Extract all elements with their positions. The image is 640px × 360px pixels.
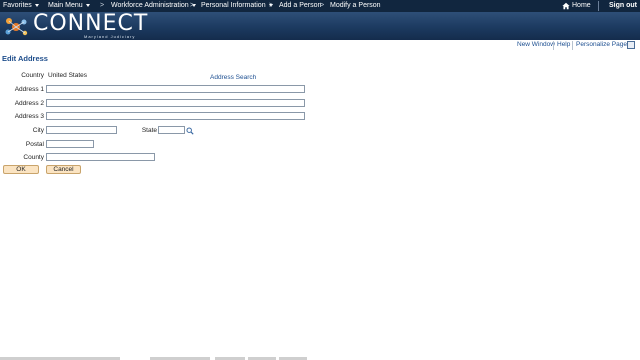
divider [598, 1, 599, 11]
ok-button[interactable]: OK [3, 165, 39, 174]
logo-text: CONNECT [33, 11, 149, 36]
logo-icon [5, 18, 28, 36]
personalize-grid-icon[interactable] [627, 41, 635, 49]
nav-add-a-person[interactable]: Add a Person [279, 2, 321, 9]
sign-out-link[interactable]: Sign out [609, 2, 637, 9]
state-label: State [141, 127, 157, 134]
breadcrumb-separator: > [269, 2, 274, 9]
breadcrumb-separator: > [100, 2, 105, 9]
search-icon[interactable] [186, 127, 194, 135]
address3-field[interactable] [46, 112, 305, 120]
address2-field[interactable] [46, 99, 305, 107]
nav-main-menu[interactable]: Main Menu [48, 2, 90, 9]
address3-label: Address 3 [14, 113, 44, 120]
county-field[interactable] [46, 153, 155, 161]
country-value: United States [48, 72, 88, 79]
breadcrumb-separator: > [190, 2, 195, 9]
cancel-button[interactable]: Cancel [46, 165, 81, 174]
city-field[interactable] [46, 126, 117, 134]
nav-workforce-administration-label: Workforce Administration [111, 2, 189, 9]
state-field[interactable] [158, 126, 185, 134]
help-link[interactable]: Help [557, 41, 570, 48]
page-title: Edit Address [2, 54, 48, 63]
nav-personal-information[interactable]: Personal Information [201, 2, 273, 9]
address2-label: Address 2 [14, 100, 44, 107]
nav-workforce-administration[interactable]: Workforce Administration [111, 2, 196, 9]
chevron-down-icon [85, 3, 90, 7]
nav-modify-a-person[interactable]: Modify a Person [330, 2, 381, 9]
county-label: County [23, 154, 44, 161]
postal-label: Postal [25, 141, 44, 148]
city-label: City [32, 127, 44, 134]
chevron-down-icon [34, 3, 39, 7]
address1-label: Address 1 [14, 86, 44, 93]
nav-main-menu-label: Main Menu [48, 2, 83, 9]
breadcrumb-separator: > [320, 2, 325, 9]
address1-field[interactable] [46, 85, 305, 93]
new-window-link[interactable]: New Window [517, 41, 555, 48]
home-icon[interactable] [562, 2, 570, 10]
country-label: Country [21, 72, 44, 79]
divider [553, 41, 554, 50]
logo-subtext: Maryland Judiciary [84, 34, 136, 39]
nav-favorites[interactable]: Favorites [3, 2, 39, 9]
personalize-page-link[interactable]: Personalize Page [576, 41, 627, 48]
nav-personal-information-label: Personal Information [201, 2, 266, 9]
address-search-link[interactable]: Address Search [210, 74, 256, 81]
postal-field[interactable] [46, 140, 94, 148]
nav-favorites-label: Favorites [3, 2, 32, 9]
divider [572, 41, 573, 50]
home-link[interactable]: Home [572, 2, 591, 9]
